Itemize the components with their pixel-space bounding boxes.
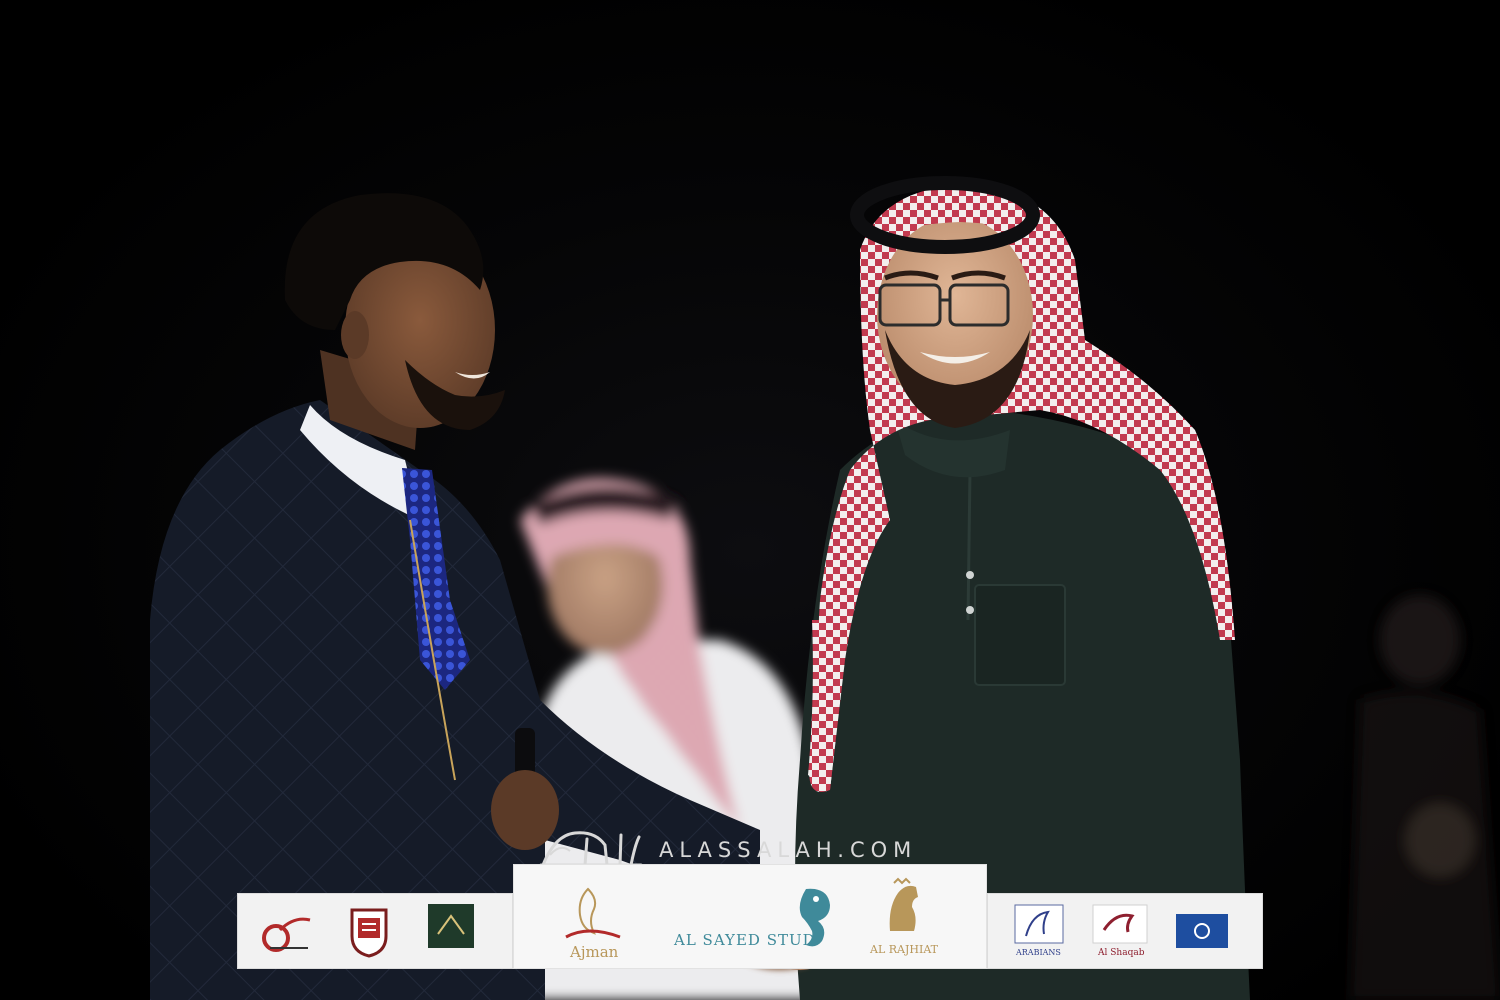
al-shaqab-logo-icon: Al Shaqab bbox=[1092, 904, 1148, 958]
ajman-label: Ajman bbox=[570, 943, 619, 961]
watermark-text: ALASSALAH.COM bbox=[659, 838, 918, 862]
crest-emblem-icon bbox=[348, 904, 390, 958]
background-crowd bbox=[1350, 595, 1500, 1000]
ajman-logo-icon: Ajman bbox=[558, 885, 628, 961]
sponsor-banner: Ajman AL SAYED STUD AL RAJHIAT ARABIANS … bbox=[237, 864, 1263, 969]
blue-badge-logo-icon bbox=[1176, 914, 1228, 948]
horse-head-logo-icon: AL RAJHIAT bbox=[870, 877, 938, 956]
photo: ALASSALAH.COM Ajman AL SAYED STUD AL RAJ… bbox=[0, 0, 1500, 1000]
akmal-logo-icon bbox=[428, 904, 474, 948]
samjad-logo-icon bbox=[260, 908, 316, 956]
al-shaqab-label: Al Shaqab bbox=[1098, 948, 1145, 958]
sponsor-panel-center: Ajman AL SAYED STUD AL RAJHIAT bbox=[513, 864, 987, 969]
seahorse-logo-icon bbox=[784, 883, 844, 953]
al-rajhiat-label: AL RAJHIAT bbox=[870, 943, 938, 956]
sponsor-panel-left bbox=[237, 893, 513, 969]
aryan-label: ARABIANS bbox=[1016, 948, 1061, 957]
aryan-logo-icon: ARABIANS bbox=[1014, 904, 1064, 957]
sponsor-panel-right: ARABIANS Al Shaqab bbox=[987, 893, 1263, 969]
